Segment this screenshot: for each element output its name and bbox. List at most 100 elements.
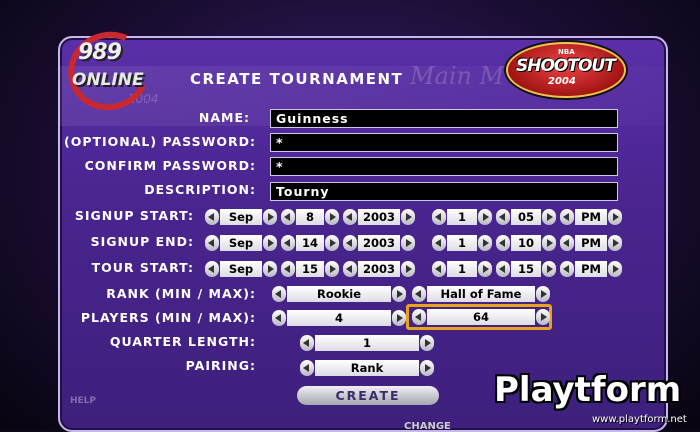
arrow-left-icon[interactable] [412,309,426,325]
tour-start-hour[interactable]: 1 [432,261,492,277]
signup-end-ampm[interactable]: PM [560,235,622,251]
signup-end-year[interactable]: 2003 [343,235,415,251]
arrow-left-icon[interactable] [560,209,574,225]
arrow-right-icon[interactable] [536,286,550,302]
arrow-left-icon[interactable] [432,261,446,277]
arrow-right-icon[interactable] [542,261,556,277]
spinner-value: Sep [220,209,262,225]
spinner-value: Sep [220,235,262,251]
signup-end-hour[interactable]: 1 [432,235,492,251]
arrow-left-icon[interactable] [560,235,574,251]
tour-start-label: TOUR START: [91,260,194,275]
confirm-password-label: CONFIRM PASSWORD: [84,158,256,173]
arrow-left-icon[interactable] [300,335,314,351]
spinner-value: 10 [511,235,541,251]
name-input[interactable]: Guinness [270,109,618,128]
logo-989-number: 989 [78,40,122,65]
arrow-left-icon[interactable] [496,261,510,277]
spinner-value: 05 [511,209,541,225]
arrow-right-icon[interactable] [392,286,406,302]
signup-start-hour[interactable]: 1 [432,209,492,225]
arrow-left-icon[interactable] [343,209,357,225]
arrow-right-icon[interactable] [392,310,406,326]
arrow-right-icon[interactable] [478,235,492,251]
arrow-left-icon[interactable] [560,261,574,277]
arrow-right-icon[interactable] [263,235,277,251]
arrow-left-icon[interactable] [272,310,286,326]
signup-start-month[interactable]: Sep [205,209,277,225]
rank-label: RANK (MIN / MAX): [106,286,256,301]
arrow-left-icon[interactable] [412,286,426,302]
spinner-value: Hall of Fame [427,286,535,302]
quarter-length-label: QUARTER LENGTH: [109,334,256,349]
arrow-right-icon[interactable] [401,209,415,225]
arrow-left-icon[interactable] [205,235,219,251]
arrow-left-icon[interactable] [496,209,510,225]
tour-start-year[interactable]: 2003 [343,261,415,277]
arrow-right-icon[interactable] [542,209,556,225]
logo-shootout-text: SHOOTOUT [516,56,616,76]
spinner-value: 1 [447,235,477,251]
pairing-label: PAIRING: [185,358,256,373]
arrow-right-icon[interactable] [263,261,277,277]
signup-end-month[interactable]: Sep [205,235,277,251]
spinner-value: Rookie [287,286,391,302]
pairing-spinner[interactable]: Rank [300,360,434,376]
arrow-right-icon[interactable] [536,309,550,325]
confirm-password-input[interactable]: * [270,157,618,176]
logo-year-text: 2004 [548,76,576,87]
tour-start-day[interactable]: 15 [281,261,339,277]
arrow-right-icon[interactable] [325,235,339,251]
signup-start-day[interactable]: 8 [281,209,339,225]
arrow-right-icon[interactable] [478,209,492,225]
arrow-left-icon[interactable] [496,235,510,251]
spinner-value: 4 [287,310,391,326]
arrow-left-icon[interactable] [343,261,357,277]
rank-min-spinner[interactable]: Rookie [272,286,406,302]
signup-start-year[interactable]: 2003 [343,209,415,225]
ghost-main-menu-text: Main M [410,62,505,90]
tour-start-minute[interactable]: 15 [496,261,556,277]
description-input[interactable]: Tourny [270,182,618,201]
signup-end-day[interactable]: 14 [281,235,339,251]
arrow-right-icon[interactable] [263,209,277,225]
tour-start-ampm[interactable]: PM [560,261,622,277]
arrow-right-icon[interactable] [420,360,434,376]
password-input[interactable]: * [270,133,618,152]
signup-start-ampm[interactable]: PM [560,209,622,225]
arrow-right-icon[interactable] [401,235,415,251]
arrow-right-icon[interactable] [478,261,492,277]
arrow-left-icon[interactable] [205,209,219,225]
arrow-left-icon[interactable] [432,235,446,251]
spinner-value: 1 [315,335,419,351]
rank-max-spinner[interactable]: Hall of Fame [412,286,550,302]
arrow-right-icon[interactable] [325,261,339,277]
arrow-right-icon[interactable] [401,261,415,277]
arrow-right-icon[interactable] [608,261,622,277]
arrow-left-icon[interactable] [281,209,295,225]
create-button[interactable]: CREATE [297,386,439,405]
arrow-right-icon[interactable] [542,235,556,251]
signup-end-minute[interactable]: 10 [496,235,556,251]
spinner-value: Rank [315,360,419,376]
arrow-left-icon[interactable] [343,235,357,251]
spinner-value: 2003 [358,235,400,251]
arrow-left-icon[interactable] [432,209,446,225]
arrow-right-icon[interactable] [608,209,622,225]
quarter-length-spinner[interactable]: 1 [300,335,434,351]
players-min-spinner[interactable]: 4 [272,310,406,326]
tour-start-month[interactable]: Sep [205,261,277,277]
arrow-right-icon[interactable] [325,209,339,225]
arrow-left-icon[interactable] [281,235,295,251]
arrow-left-icon[interactable] [272,286,286,302]
arrow-left-icon[interactable] [300,360,314,376]
arrow-right-icon[interactable] [608,235,622,251]
signup-end-label: SIGNUP END: [90,234,194,249]
arrow-left-icon[interactable] [205,261,219,277]
signup-start-minute[interactable]: 05 [496,209,556,225]
players-max-spinner[interactable]: 64 [412,309,550,325]
spinner-value: 15 [511,261,541,277]
arrow-right-icon[interactable] [420,335,434,351]
spinner-value: PM [575,261,607,277]
arrow-left-icon[interactable] [281,261,295,277]
